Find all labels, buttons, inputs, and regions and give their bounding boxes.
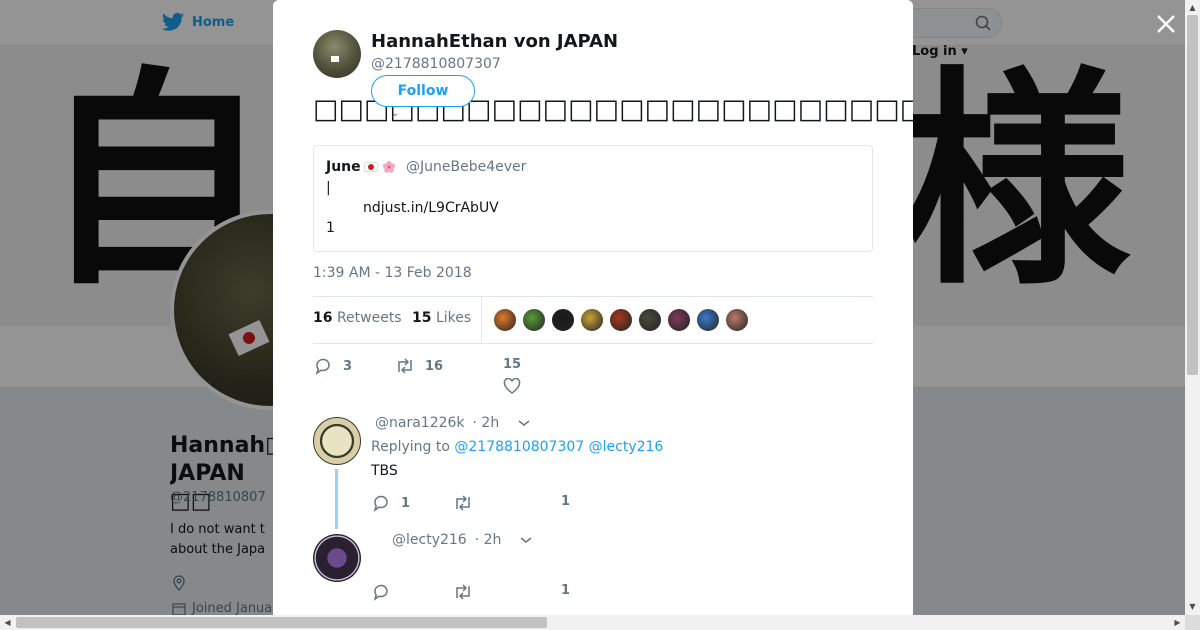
quoted-author-name-text: June — [326, 159, 361, 175]
liker-avatar[interactable] — [522, 308, 546, 332]
reply-icon — [315, 358, 330, 375]
retweet-button[interactable] — [453, 494, 473, 512]
liker-avatars — [493, 308, 749, 332]
retweets-label: Retweets — [336, 310, 402, 326]
retweets-stat[interactable]: 16 Retweets — [313, 310, 402, 326]
replying-label: Replying to — [371, 439, 450, 455]
chevron-down-icon[interactable]: ⌄ — [391, 108, 399, 119]
liker-avatar[interactable] — [580, 308, 604, 332]
like-button[interactable]: 1 — [561, 583, 570, 598]
retweet-icon — [456, 584, 470, 600]
author-avatar[interactable] — [313, 30, 361, 78]
quoted-text-line: 1 — [326, 220, 335, 236]
tweet-modal: HannahEthan von JAPAN @2178810807307 □□□… — [273, 0, 913, 615]
quoted-text-line: | — [326, 180, 331, 196]
liker-avatar[interactable] — [551, 308, 575, 332]
reply-header[interactable]: @lecty216 · 2h — [392, 532, 533, 548]
reply-header[interactable]: @nara1226k · 2h — [375, 415, 531, 431]
tweet-timestamp[interactable]: 1:39 AM - 13 Feb 2018 — [313, 265, 472, 281]
vertical-scrollbar-thumb[interactable] — [1187, 15, 1198, 375]
stats-divider — [481, 297, 482, 343]
reply-button[interactable] — [373, 583, 391, 601]
retweets-count: 16 — [313, 310, 333, 326]
heart-icon — [503, 378, 521, 394]
quoted-author-handle: @JuneBebe4ever — [406, 159, 527, 175]
liker-avatar[interactable] — [696, 308, 720, 332]
reply-avatar[interactable] — [313, 534, 361, 582]
japan-flag-icon — [363, 162, 378, 172]
likes-label: Likes — [435, 310, 472, 326]
reply-button[interactable]: 3 — [315, 357, 352, 375]
thread-connector — [335, 469, 338, 529]
reply-text: TBS — [371, 463, 398, 479]
liker-avatar[interactable] — [638, 308, 662, 332]
reply-count: 3 — [343, 358, 353, 374]
scrollbar-corner — [1185, 615, 1200, 630]
liker-avatar[interactable] — [667, 308, 691, 332]
quoted-author-name: June — [326, 159, 396, 175]
scroll-down-arrow-icon[interactable]: ▼ — [1185, 599, 1200, 614]
scroll-right-arrow-icon[interactable]: ▶ — [1170, 615, 1185, 630]
like-count: 1 — [561, 494, 571, 509]
likes-stat[interactable]: 15 Likes — [412, 310, 471, 326]
like-button[interactable]: 1 — [561, 494, 570, 509]
follow-button[interactable]: Follow — [371, 75, 475, 107]
retweet-button[interactable]: 16 — [395, 357, 443, 375]
reply-handle: @lecty216 — [392, 532, 467, 548]
like-button[interactable]: 15 — [503, 357, 521, 394]
retweet-button[interactable] — [453, 583, 473, 601]
reply-count: 1 — [401, 495, 411, 511]
reply-avatar[interactable] — [313, 417, 361, 465]
retweet-icon — [398, 358, 412, 374]
reply-icon — [373, 584, 388, 601]
scroll-up-arrow-icon[interactable]: ▲ — [1185, 0, 1200, 15]
replying-to-links[interactable]: @2178810807307 @lecty216 — [454, 439, 663, 455]
chevron-down-icon[interactable] — [519, 535, 533, 545]
quoted-link[interactable]: ndjust.in/L9CrAbUV — [363, 200, 499, 216]
retweet-icon — [456, 495, 470, 511]
tweet-actions: 3 16 15 — [313, 355, 873, 395]
retweet-count: 16 — [425, 358, 444, 374]
author-name[interactable]: HannahEthan von JAPAN — [371, 31, 618, 52]
reply-time: · 2h — [472, 415, 500, 431]
scroll-left-arrow-icon[interactable]: ◀ — [0, 615, 15, 630]
likes-count: 15 — [412, 310, 432, 326]
tweet-stats: 16 Retweets 15 Likes — [313, 296, 873, 344]
close-icon[interactable] — [1154, 12, 1178, 36]
like-count: 1 — [561, 583, 571, 598]
liker-avatar[interactable] — [493, 308, 517, 332]
cherry-blossom-icon — [382, 160, 395, 173]
liker-avatar[interactable] — [609, 308, 633, 332]
reply-icon — [373, 495, 388, 512]
chevron-down-icon[interactable] — [517, 418, 531, 428]
author-handle[interactable]: @2178810807307 — [371, 56, 501, 72]
quoted-tweet[interactable]: June @JuneBebe4ever | ndjust.in/L9CrAbUV… — [313, 145, 873, 252]
like-count: 15 — [503, 357, 522, 372]
horizontal-scrollbar-thumb[interactable] — [16, 617, 547, 628]
reply-handle: @nara1226k — [375, 415, 465, 431]
reply-button[interactable]: 1 — [373, 494, 410, 512]
reply-time: · 2h — [474, 532, 502, 548]
replying-to: Replying to @2178810807307 @lecty216 — [371, 439, 663, 455]
liker-avatar[interactable] — [725, 308, 749, 332]
